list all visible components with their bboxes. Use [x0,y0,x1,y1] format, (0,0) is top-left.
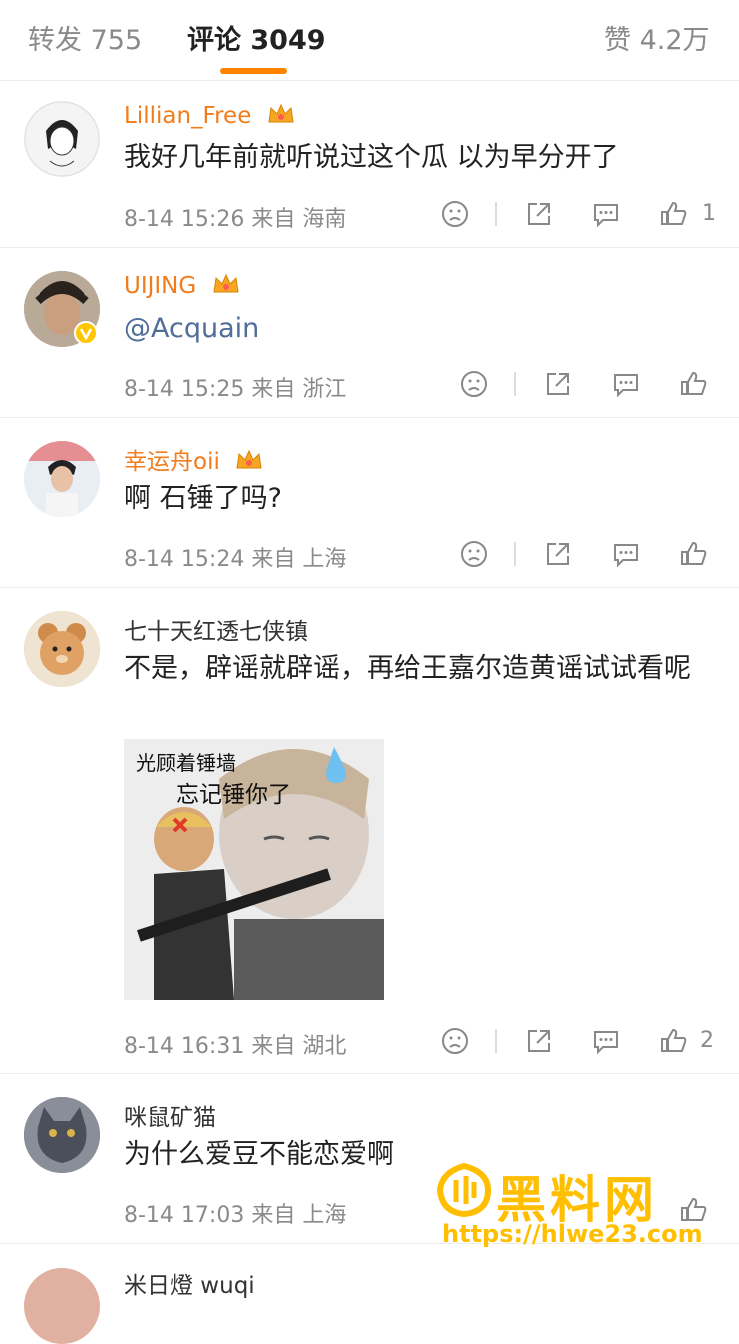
divider [495,202,497,226]
comment-location: 来自 上海 [251,547,347,572]
reply-icon[interactable] [591,199,621,229]
comment-meta: 8-14 15:26 来自 海南 [124,201,346,233]
comment-location: 来自 湖北 [251,1034,347,1059]
divider [495,1029,497,1053]
avatar[interactable] [24,101,100,177]
username[interactable]: 米日燈 wuqi [124,1266,255,1300]
like-icon[interactable] [659,1026,689,1056]
comment-location: 来自 海南 [251,207,347,232]
dislike-icon[interactable] [440,1026,470,1056]
avatar[interactable] [24,1097,100,1173]
comment-meta: 8-14 16:31 来自 湖北 [124,1028,346,1060]
comment-image[interactable]: 光顾着锤墙 忘记锤你了 [124,739,384,1000]
reply-icon[interactable] [611,369,641,399]
share-icon[interactable] [543,539,573,569]
avatar[interactable] [24,611,100,687]
username[interactable]: Lillian_Free [124,102,295,129]
vip-crown-icon [268,103,294,123]
share-icon[interactable] [524,199,554,229]
dislike-icon[interactable] [459,369,489,399]
comment-time: 8-14 16:31 [124,1034,245,1059]
image-caption: 光顾着锤墙 [136,751,236,775]
comment-time: 8-14 15:25 [124,377,245,402]
divider [514,372,516,396]
comment-time: 8-14 15:24 [124,547,245,572]
like-icon[interactable] [679,369,709,399]
username[interactable]: 咪鼠矿猫 [124,1098,216,1132]
username[interactable]: 幸运舟oii [124,442,263,476]
like-icon[interactable] [679,539,709,569]
like-count: 1 [702,201,716,226]
vip-crown-icon [212,273,239,293]
like-icon[interactable] [659,199,689,229]
comment-item: 七十天红透七侠镇 不是，辟谣就辟谣，再给王嘉尔造黄谣试试看呢 光顾着锤墙 忘记锤… [0,588,739,1074]
watermark-url: https://hlwe23.com [442,1220,703,1248]
comment-meta: 8-14 15:25 来自 浙江 [124,371,346,403]
like-count: 2 [700,1028,714,1053]
comment-item: Lillian_Free 我好几年前就听说过这个瓜 以为早分开了 8-14 15… [0,81,739,248]
comment-text: @Acquain [124,309,714,349]
share-icon[interactable] [543,369,573,399]
comment-text: 我好几年前就听说过这个瓜 以为早分开了 [124,142,619,173]
username[interactable]: UIJING [124,272,240,299]
dislike-icon[interactable] [440,199,470,229]
watermark: 黑料网 https://hlwe23.com [436,1160,736,1260]
comment-time: 8-14 15:26 [124,207,245,232]
vip-crown-icon [236,449,262,469]
comment-item: 幸运舟oii 啊 石锤了吗? 8-14 15:24 来自 上海 [0,418,739,588]
comment-meta: 8-14 17:03 来自 上海 [124,1197,346,1229]
comment-location: 来自 浙江 [251,377,347,402]
verified-badge-icon [74,321,98,345]
reply-icon[interactable] [591,1026,621,1056]
tab-repost[interactable]: 转发 755 [28,18,142,57]
divider [514,542,516,566]
comment-text: 不是，辟谣就辟谣，再给王嘉尔造黄谣试试看呢 [124,653,691,684]
image-caption: 忘记锤你了 [176,782,291,808]
tab-comments[interactable]: 评论 3049 [187,18,326,57]
dislike-icon[interactable] [459,539,489,569]
tab-likes[interactable]: 赞 4.2万 [604,18,710,57]
share-icon[interactable] [524,1026,554,1056]
comment-time: 8-14 17:03 [124,1203,245,1228]
watermark-logo-icon [436,1162,492,1218]
comment-text: 啊 石锤了吗? [124,483,282,514]
avatar[interactable] [24,441,100,517]
active-tab-indicator [220,68,287,74]
reply-icon[interactable] [611,539,641,569]
comment-meta: 8-14 15:24 来自 上海 [124,541,346,573]
comment-item: UIJING @Acquain 8-14 15:25 来自 浙江 [0,248,739,418]
avatar[interactable] [24,1268,100,1344]
comment-location: 来自 上海 [251,1203,347,1228]
mention-link[interactable]: @Acquain [124,313,259,344]
username[interactable]: 七十天红透七侠镇 [124,612,308,646]
comment-tabs: 转发 755 评论 3049 赞 4.2万 [0,0,739,81]
